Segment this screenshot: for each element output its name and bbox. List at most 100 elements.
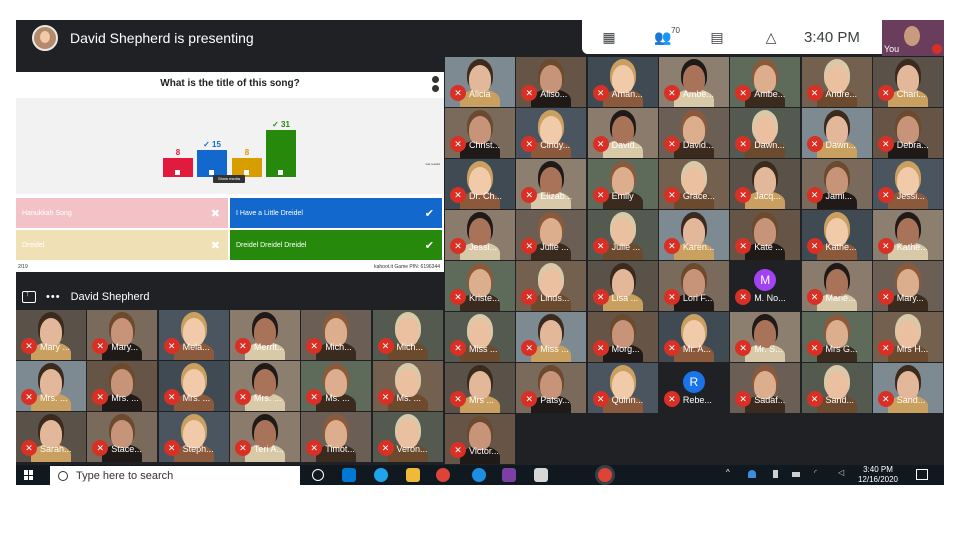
participant-tile[interactable]: ✕ Julie ... [516, 210, 587, 260]
participant-tile[interactable]: ✕ Alicia [445, 57, 515, 107]
participant-tile[interactable]: ✕ Quinn... [587, 363, 658, 413]
participant-name: Mr. A... [682, 344, 711, 354]
internet-explorer-icon[interactable] [472, 468, 486, 482]
participant-tile[interactable]: ✕ Kathe... [801, 210, 872, 260]
chevron-up-icon[interactable]: ^ [726, 468, 734, 477]
participant-tile[interactable]: ✕ Mrs. ... [87, 361, 158, 411]
taskbar-search[interactable]: Type here to search [50, 466, 300, 485]
participant-tile[interactable]: ✕ Julie ... [587, 210, 658, 260]
participant-tile[interactable]: ✕ Timot... [301, 412, 372, 462]
chat-icon[interactable]: ▤ [690, 20, 744, 54]
outlook-icon[interactable] [342, 468, 356, 482]
participant-tile[interactable]: ✕ Mary... [872, 261, 943, 311]
notification-icon[interactable] [916, 469, 928, 480]
grid-layout-icon[interactable]: ▦ [582, 20, 636, 54]
participant-tile[interactable]: ✕ Veron... [372, 412, 443, 462]
battery-icon[interactable] [792, 472, 800, 477]
participant-tile[interactable]: ✕ Charl... [872, 57, 943, 107]
onedrive-icon[interactable] [748, 470, 756, 478]
participant-tile[interactable]: ✕ Grace... [658, 159, 729, 209]
participant-tile[interactable]: ✕ Jessi... [872, 159, 943, 209]
participant-tile[interactable]: ✕ Aliso... [516, 57, 587, 107]
participant-name: Mrs. ... [182, 393, 211, 403]
participant-tile[interactable]: ✕ Patsy... [516, 363, 587, 413]
file-explorer-icon[interactable] [406, 468, 420, 482]
participant-tile[interactable]: ✕ Ambe... [730, 57, 801, 107]
activities-icon[interactable]: △ [744, 20, 798, 54]
participant-tile[interactable]: ✕ Dr. Ch... [445, 159, 515, 209]
participant-tile[interactable]: M ✕ M. No... [730, 261, 801, 311]
chrome-active-icon[interactable] [598, 468, 612, 482]
participants-icon[interactable]: 👥 70 [636, 20, 690, 54]
participant-tile[interactable]: ✕ Mrs. ... [16, 361, 86, 411]
participant-tile[interactable]: ✕ Lori F... [658, 261, 729, 311]
participant-tile[interactable]: ✕ Teri A... [229, 412, 300, 462]
store-icon[interactable] [534, 468, 548, 482]
participant-tile[interactable]: ✕ Debra... [872, 108, 943, 158]
participant-tile[interactable]: ✕ Christ... [445, 108, 515, 158]
participant-tile[interactable]: ✕ Mary... [87, 310, 158, 360]
participant-tile[interactable]: ✕ Mrs. ... [229, 361, 300, 411]
participant-name: Steph... [182, 444, 214, 454]
participant-tile[interactable]: ✕ Aman... [587, 57, 658, 107]
participant-tile[interactable]: ✕ Mrs G... [801, 312, 872, 362]
participant-tile[interactable]: ✕ Mich... [301, 310, 372, 360]
participant-tile[interactable]: ✕ Karen... [658, 210, 729, 260]
participant-tile[interactable]: ✕ Mr. S... [730, 312, 801, 362]
participant-tile[interactable]: ✕ Elizab... [516, 159, 587, 209]
volume-icon[interactable]: ◁ [838, 468, 846, 477]
participant-tile[interactable]: ✕ Sand... [872, 363, 943, 413]
participant-tile[interactable]: ✕ Dawn... [801, 108, 872, 158]
cortana-icon[interactable] [312, 469, 324, 481]
participant-tile[interactable]: ✕ Cindy... [516, 108, 587, 158]
participant-tile[interactable]: ✕ Linds... [516, 261, 587, 311]
participant-tile[interactable]: ✕ Morg... [587, 312, 658, 362]
participant-tile[interactable]: ✕ Jami... [801, 159, 872, 209]
participant-tile[interactable]: ✕ Jessi... [445, 210, 515, 260]
participant-tile[interactable]: ✕ Ambe... [658, 57, 729, 107]
participant-tile[interactable]: ✕ Kathe... [872, 210, 943, 260]
participant-tile[interactable]: ✕ Victor... [445, 414, 515, 464]
participant-tile[interactable]: ✕ Sand... [801, 363, 872, 413]
participant-tile[interactable]: ✕ Kate ... [730, 210, 801, 260]
participant-tile[interactable]: R ✕ Rebe... [658, 363, 729, 413]
participant-tile[interactable]: ✕ Merrit... [229, 310, 300, 360]
usb-icon[interactable] [773, 470, 778, 478]
participant-tile[interactable]: ✕ Sarah... [16, 412, 86, 462]
participant-tile[interactable]: ✕ Andre... [801, 57, 872, 107]
edge-icon[interactable] [374, 468, 388, 482]
participant-tile[interactable]: ✕ Lisa ... [587, 261, 658, 311]
tray-time: 3:40 PM [863, 465, 893, 474]
participant-tile[interactable]: ✕ Dawn... [730, 108, 801, 158]
participant-tile[interactable]: ✕ Mr. A... [658, 312, 729, 362]
participant-tile[interactable]: ✕ Ms. ... [301, 361, 372, 411]
participant-name: Aman... [611, 89, 643, 99]
participant-tile[interactable]: ✕ Stace... [87, 412, 158, 462]
participant-tile[interactable]: ✕ Mrs ... [445, 363, 515, 413]
participant-name: Jacq... [754, 191, 781, 201]
participant-tile[interactable]: ✕ Jacq... [730, 159, 801, 209]
participant-tile[interactable]: ✕ Ms. ... [372, 361, 443, 411]
chrome-icon[interactable] [436, 468, 450, 482]
participant-tile[interactable]: ✕ Mary ... [16, 310, 86, 360]
participant-tile[interactable]: ✕ Mela... [158, 310, 229, 360]
tray-clock[interactable]: 3:40 PM 12/16/2020 [858, 465, 898, 485]
windows-start-icon[interactable] [24, 470, 34, 480]
participant-tile[interactable]: ✕ Marie... [801, 261, 872, 311]
participant-tile[interactable]: ✕ Sadaf... [730, 363, 801, 413]
participant-tile[interactable]: ✕ Mrs H... [872, 312, 943, 362]
participant-tile[interactable]: ✕ David... [587, 108, 658, 158]
wifi-icon[interactable]: ◜ [814, 468, 822, 477]
participant-tile[interactable]: ✕ Emily [587, 159, 658, 209]
show-media-button[interactable]: Show media [213, 175, 245, 183]
participant-tile[interactable]: ✕ Kriste... [445, 261, 515, 311]
participant-tile[interactable]: ✕ David... [658, 108, 729, 158]
self-tile[interactable]: You [882, 20, 944, 56]
participant-tile[interactable]: ✕ Miss ... [516, 312, 587, 362]
participant-tile[interactable]: ✕ Miss ... [445, 312, 515, 362]
onenote-icon[interactable] [502, 468, 516, 482]
participant-tile[interactable]: ✕ Steph... [158, 412, 229, 462]
participant-tile[interactable]: ✕ Mich... [372, 310, 443, 360]
mic-off-icon: ✕ [234, 389, 251, 405]
participant-tile[interactable]: ✕ Mrs. ... [158, 361, 229, 411]
